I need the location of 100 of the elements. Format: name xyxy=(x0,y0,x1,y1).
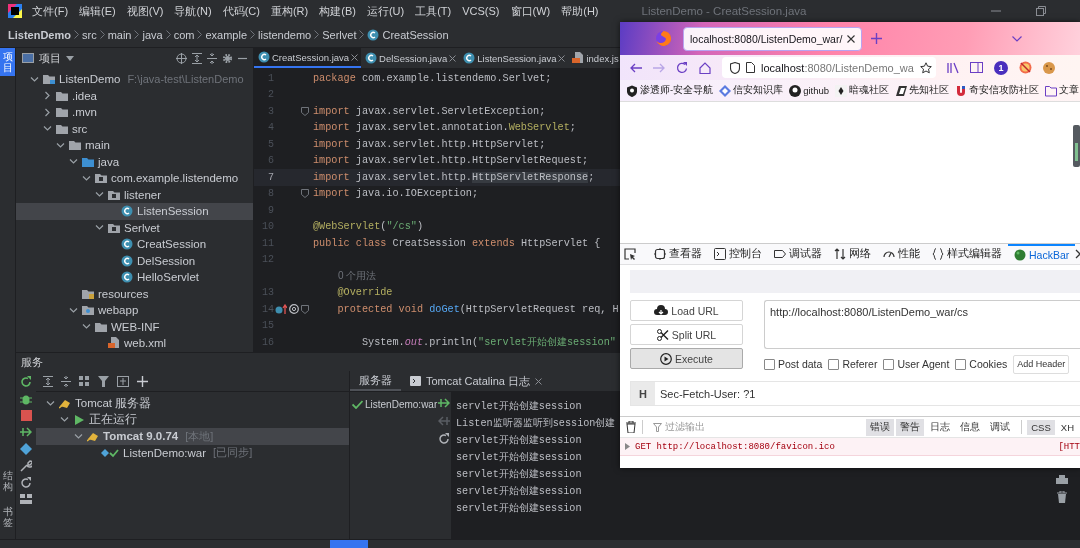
refresh-icon[interactable] xyxy=(20,477,32,489)
editor-tab[interactable]: ListenSession.java xyxy=(459,48,569,68)
tree-item[interactable]: WEB-INF xyxy=(16,318,253,335)
usage-hint[interactable]: 0 个用法 xyxy=(338,269,377,284)
group-icon[interactable] xyxy=(79,375,90,387)
tree-item[interactable]: resources xyxy=(16,285,253,302)
add-icon[interactable] xyxy=(137,375,148,387)
bookmark-star-icon[interactable] xyxy=(919,61,932,74)
breadcrumb-item[interactable]: CreatSession xyxy=(367,28,449,41)
layout-icon[interactable] xyxy=(20,494,32,504)
fold-icon[interactable] xyxy=(301,106,309,116)
blocked-icon[interactable] xyxy=(1018,61,1032,74)
tree-item[interactable]: HelloServlet xyxy=(16,269,253,286)
url-input[interactable]: http://localhost:8080/ListenDemo_war/cs xyxy=(764,300,1080,349)
hackbar-button[interactable]: Split URL xyxy=(630,324,743,345)
chevron-icon[interactable] xyxy=(43,107,52,117)
debug-icon[interactable] xyxy=(20,393,32,405)
filter-toggle[interactable]: 错误 xyxy=(866,418,895,436)
menu-item[interactable]: 重构(R) xyxy=(266,3,313,19)
editor-tab[interactable]: DelSession.java xyxy=(361,48,460,68)
chevron-icon[interactable] xyxy=(82,173,91,183)
side-tab[interactable]: 书签 xyxy=(0,503,15,531)
side-widget-icon[interactable] xyxy=(1073,125,1080,167)
checkbox[interactable] xyxy=(883,358,895,370)
tree-item[interactable]: Serlvet xyxy=(16,219,253,236)
tree-item[interactable]: CreatSession xyxy=(16,236,253,253)
tree-item[interactable]: listener xyxy=(16,186,253,203)
menu-item[interactable]: 帮助(H) xyxy=(557,3,603,19)
browser-tab[interactable]: localhost:8080/ListenDemo_war/ xyxy=(683,26,863,51)
editor-tab[interactable]: index.js xyxy=(568,48,622,68)
devtools-tab[interactable]: 性能 xyxy=(877,244,926,264)
header-value[interactable]: Sec-Fetch-User: ?1 xyxy=(655,382,1080,405)
bookmark[interactable]: github xyxy=(789,84,830,97)
breadcrumb-item[interactable]: src xyxy=(81,28,97,41)
checkbox[interactable] xyxy=(764,358,775,370)
settings-icon[interactable] xyxy=(222,52,233,64)
chevron-icon[interactable] xyxy=(60,415,69,425)
breadcrumb-item[interactable]: listendemo xyxy=(258,28,312,41)
devtools-tab[interactable]: 调试器 xyxy=(768,244,828,264)
collapse-all-icon[interactable] xyxy=(207,52,217,64)
locate-icon[interactable] xyxy=(176,52,187,64)
breadcrumb-item[interactable]: ListenDemo xyxy=(8,28,71,41)
chevron-icon[interactable] xyxy=(43,124,52,134)
filter-icon[interactable] xyxy=(98,375,109,387)
caret-icon[interactable] xyxy=(66,55,74,61)
tree-item[interactable]: ListenDemo F:\java-test\ListenDemo xyxy=(16,71,253,88)
tree-item[interactable]: ListenDemo:war [已同步] xyxy=(36,444,349,461)
devtools-tab[interactable]: 网络 xyxy=(828,244,877,264)
side-tab[interactable]: 项目 xyxy=(0,48,15,76)
bookmark[interactable]: 渗透师-安全导航 xyxy=(626,84,714,97)
extension-badge[interactable]: 1 xyxy=(993,60,1008,75)
menu-item[interactable]: 视图(V) xyxy=(122,3,168,19)
filter-toggle[interactable]: 信息 xyxy=(956,418,985,436)
new-tab-icon[interactable] xyxy=(117,375,129,387)
chevron-icon[interactable] xyxy=(69,157,78,167)
menu-item[interactable]: 构建(B) xyxy=(315,3,360,19)
tree-item[interactable]: 正在运行 xyxy=(36,411,349,428)
chevron-icon[interactable] xyxy=(95,223,104,233)
tabs-list-icon[interactable] xyxy=(1012,35,1022,42)
close-icon[interactable] xyxy=(847,34,856,43)
menu-item[interactable]: 运行(U) xyxy=(362,3,409,19)
tree-item[interactable]: ListenSession xyxy=(16,203,253,220)
sidebar-icon[interactable] xyxy=(969,62,983,73)
shield-icon[interactable] xyxy=(730,61,740,74)
tree-item[interactable]: java xyxy=(16,153,253,170)
deploy-icon[interactable] xyxy=(438,397,451,409)
breadcrumb-item[interactable]: java xyxy=(142,28,163,41)
tree-item[interactable]: com.example.listendemo xyxy=(16,170,253,187)
hackbar-button[interactable]: Load URL xyxy=(630,300,743,321)
checkbox[interactable] xyxy=(955,358,967,370)
trash-icon[interactable] xyxy=(626,421,636,433)
devtools-tab[interactable]: 样式编辑器 xyxy=(926,244,1008,264)
stop-icon[interactable] xyxy=(20,410,32,421)
cookie-icon[interactable] xyxy=(1042,61,1055,74)
close-icon[interactable] xyxy=(351,53,359,61)
trash-icon[interactable] xyxy=(1057,491,1067,503)
refresh-icon[interactable] xyxy=(438,433,451,445)
menu-item[interactable]: 窗口(W) xyxy=(506,3,555,19)
breadcrumb-item[interactable]: com xyxy=(173,28,195,41)
expand-all-icon[interactable] xyxy=(192,52,202,64)
chevron-icon[interactable] xyxy=(95,190,104,200)
diamond-icon[interactable] xyxy=(20,443,32,455)
rerun-icon[interactable] xyxy=(20,376,32,388)
hackbar-button[interactable]: Execute xyxy=(630,348,743,369)
panel-tab[interactable]: 服务器 xyxy=(350,371,401,391)
tree-item[interactable]: src xyxy=(16,120,253,137)
menu-item[interactable]: 文件(F) xyxy=(28,3,73,19)
chevron-icon[interactable] xyxy=(43,91,52,101)
panel-title[interactable]: 项目 xyxy=(39,50,61,66)
chevron-icon[interactable] xyxy=(56,140,65,150)
bookmark[interactable]: 信安知识库 xyxy=(719,84,784,97)
new-tab-icon[interactable] xyxy=(871,33,883,44)
breadcrumb-item[interactable]: Serlvet xyxy=(322,28,357,41)
print-icon[interactable] xyxy=(1056,475,1068,486)
bookmark[interactable]: 奇安信攻防社区 xyxy=(955,84,1040,97)
restore-icon[interactable] xyxy=(1036,6,1046,16)
deploy-icon[interactable] xyxy=(20,426,32,438)
fold-icon[interactable] xyxy=(301,304,309,314)
add-header-button[interactable]: Add Header xyxy=(1013,354,1070,374)
breadcrumb-item[interactable]: example xyxy=(205,28,248,41)
